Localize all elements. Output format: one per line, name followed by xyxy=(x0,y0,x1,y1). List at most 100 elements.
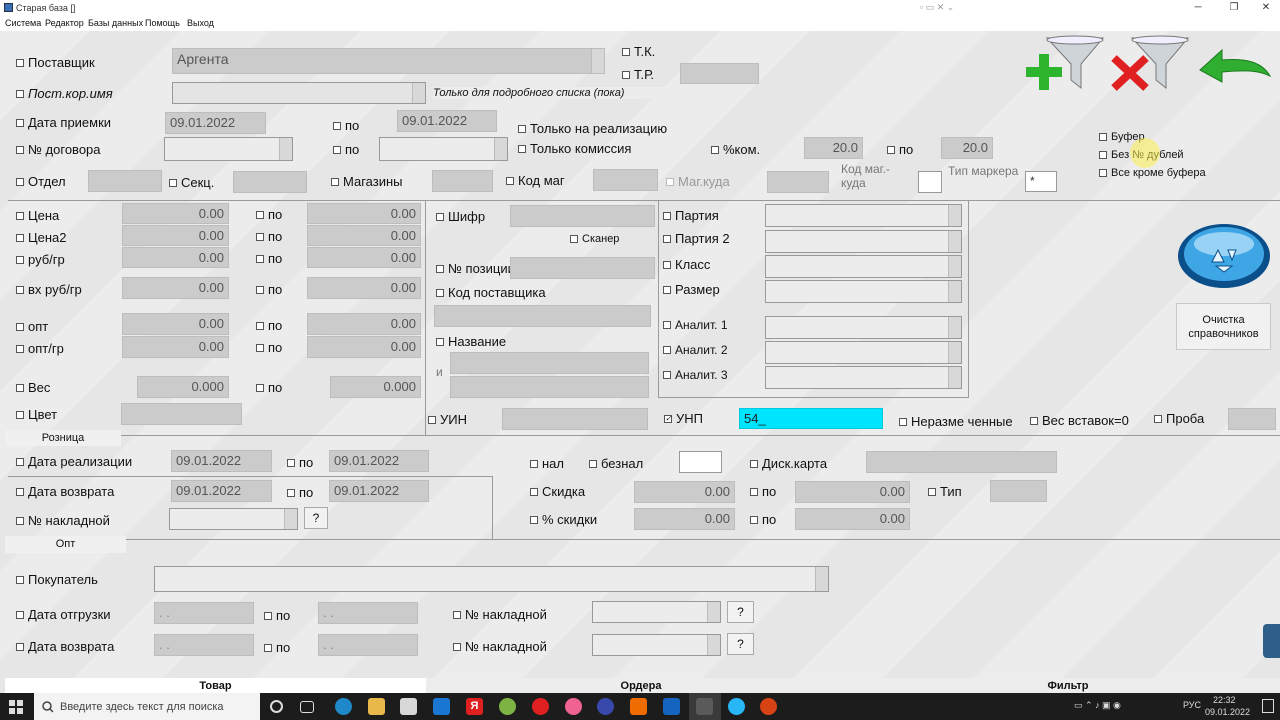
wholesale-return-date-from[interactable]: . . xyxy=(154,634,254,656)
position-no-checkbox[interactable]: № позиции xyxy=(436,261,515,276)
uin-checkbox[interactable]: УИН xyxy=(428,412,467,427)
retail-return-date-to-checkbox[interactable]: по xyxy=(287,485,313,500)
tk-checkbox[interactable]: Т.К. xyxy=(622,44,655,59)
sale-date-to-checkbox[interactable]: по xyxy=(287,455,313,470)
price-to[interactable]: 0.00 xyxy=(307,203,421,224)
edge-browser-icon[interactable] xyxy=(335,698,352,715)
rub-per-gram-checkbox[interactable]: руб/гр xyxy=(16,252,65,267)
maximize-button[interactable]: ❐ xyxy=(1216,0,1252,16)
tr-checkbox[interactable]: Т.Р. xyxy=(622,67,654,82)
save-app-icon[interactable] xyxy=(663,698,680,715)
close-button[interactable]: ✕ xyxy=(1248,0,1280,16)
mail-icon[interactable] xyxy=(433,698,450,715)
cipher-field[interactable] xyxy=(510,205,655,227)
discount-percent-from[interactable]: 0.00 xyxy=(634,508,735,530)
clear-references-button[interactable]: Очистка справочников xyxy=(1176,303,1271,350)
app-icon-pink[interactable] xyxy=(565,698,582,715)
uin-field[interactable] xyxy=(502,408,648,430)
in-rub-per-gram-checkbox[interactable]: вх руб/гр xyxy=(16,282,82,297)
name-field-1[interactable] xyxy=(450,352,649,374)
contract-to[interactable] xyxy=(379,137,508,161)
contract-from[interactable] xyxy=(164,137,293,161)
wholesale-return-date-to[interactable]: . . xyxy=(318,634,418,656)
add-filter-icon[interactable] xyxy=(1025,34,1105,94)
discount-type-field[interactable] xyxy=(990,480,1047,502)
wholesale-return-date-checkbox[interactable]: Дата возврата xyxy=(16,639,114,654)
noncash-field[interactable] xyxy=(679,451,722,473)
windows-start-icon[interactable] xyxy=(9,700,23,714)
recycle-icon[interactable] xyxy=(1176,222,1272,290)
color-field[interactable] xyxy=(121,403,242,425)
price2-to[interactable]: 0.00 xyxy=(307,225,421,246)
in-rub-per-gram-to-checkbox[interactable]: по xyxy=(256,282,282,297)
yandex-browser-icon[interactable] xyxy=(532,698,549,715)
app-icon-green[interactable] xyxy=(499,698,516,715)
receipt-date-to-checkbox[interactable]: по xyxy=(333,118,359,133)
commission-to[interactable]: 20.0 xyxy=(941,137,993,159)
menu-databases[interactable]: Базы данных xyxy=(88,18,143,28)
weight-to-checkbox[interactable]: по xyxy=(256,380,282,395)
batch2-field[interactable] xyxy=(765,230,962,253)
sale-date-from[interactable]: 09.01.2022 xyxy=(171,450,272,472)
cash-checkbox[interactable]: нал xyxy=(530,456,564,471)
retail-invoice-checkbox[interactable]: № накладной xyxy=(16,513,110,528)
powerpoint-icon[interactable] xyxy=(760,698,777,715)
class-field[interactable] xyxy=(765,255,962,278)
minimize-button[interactable]: ─ xyxy=(1180,0,1216,16)
commission-from[interactable]: 20.0 xyxy=(804,137,863,159)
ship-date-to[interactable]: . . xyxy=(318,602,418,624)
discount-from[interactable]: 0.00 xyxy=(634,481,735,503)
wholesale-return-date-to-checkbox[interactable]: по xyxy=(264,640,290,655)
post-name-checkbox[interactable]: Пост.кор.имя xyxy=(16,86,113,101)
name-field-2[interactable] xyxy=(450,376,649,398)
clock-time[interactable]: 22:32 xyxy=(1213,695,1236,705)
color-checkbox[interactable]: Цвет xyxy=(16,407,57,422)
file-explorer-icon[interactable] xyxy=(368,698,385,715)
price-to-checkbox[interactable]: по xyxy=(256,207,282,222)
discount-percent-to[interactable]: 0.00 xyxy=(795,508,910,530)
position-no-field[interactable] xyxy=(510,257,655,279)
cortana-icon[interactable] xyxy=(270,700,283,713)
clock-date[interactable]: 09.01.2022 xyxy=(1205,707,1250,717)
wholesale-per-gram-to[interactable]: 0.00 xyxy=(307,336,421,358)
notifications-icon[interactable] xyxy=(1262,699,1274,713)
tr-field[interactable] xyxy=(680,63,759,84)
sample-checkbox[interactable]: Проба xyxy=(1154,411,1204,426)
class-checkbox[interactable]: Класс xyxy=(663,257,710,272)
analytic1-checkbox[interactable]: Аналит. 1 xyxy=(663,318,728,332)
return-invoice-field[interactable] xyxy=(592,634,721,656)
only-sale-checkbox[interactable]: Только на реализацию xyxy=(518,121,667,136)
batch2-checkbox[interactable]: Партия 2 xyxy=(663,231,730,246)
weight-to[interactable]: 0.000 xyxy=(330,376,421,398)
receipt-date-checkbox[interactable]: Дата приемки xyxy=(16,115,111,130)
commission-to-checkbox[interactable]: по xyxy=(887,142,913,157)
supplier-code-checkbox[interactable]: Код поставщика xyxy=(436,285,546,300)
ship-date-checkbox[interactable]: Дата отгрузки xyxy=(16,607,111,622)
wholesale-price-from[interactable]: 0.00 xyxy=(122,313,229,335)
rub-per-gram-to-checkbox[interactable]: по xyxy=(256,251,282,266)
database-app-icon[interactable] xyxy=(696,698,713,715)
price2-to-checkbox[interactable]: по xyxy=(256,229,282,244)
analytic2-checkbox[interactable]: Аналит. 2 xyxy=(663,343,728,357)
taskbar-search-box[interactable]: Введите здесь текст для поиска xyxy=(34,693,260,720)
analytic1-field[interactable] xyxy=(765,316,962,339)
retail-invoice-field[interactable] xyxy=(169,508,298,530)
menu-exit[interactable]: Выход xyxy=(187,18,214,28)
return-invoice-help-button[interactable]: ? xyxy=(727,633,754,655)
discount-percent-checkbox[interactable]: % скидки xyxy=(530,512,597,527)
shop-code-where-field[interactable] xyxy=(918,171,942,193)
retail-return-date-checkbox[interactable]: Дата возврата xyxy=(16,484,114,499)
discount-card-field[interactable] xyxy=(866,451,1057,473)
yandex-icon[interactable]: Я xyxy=(466,698,483,715)
unp-field[interactable]: 54_ xyxy=(739,408,883,429)
section-field[interactable] xyxy=(233,171,307,193)
discount-to-checkbox[interactable]: по xyxy=(750,484,776,499)
receipt-date-to[interactable]: 09.01.2022 xyxy=(397,110,497,132)
price2-from[interactable]: 0.00 xyxy=(122,225,229,246)
contract-checkbox[interactable]: № договора xyxy=(16,142,101,157)
batch-checkbox[interactable]: Партия xyxy=(663,208,719,223)
shops-checkbox[interactable]: Магазины xyxy=(331,174,403,189)
sale-date-checkbox[interactable]: Дата реализации xyxy=(16,454,132,469)
return-invoice-checkbox[interactable]: № накладной xyxy=(453,639,547,654)
discount-percent-to-checkbox[interactable]: по xyxy=(750,512,776,527)
